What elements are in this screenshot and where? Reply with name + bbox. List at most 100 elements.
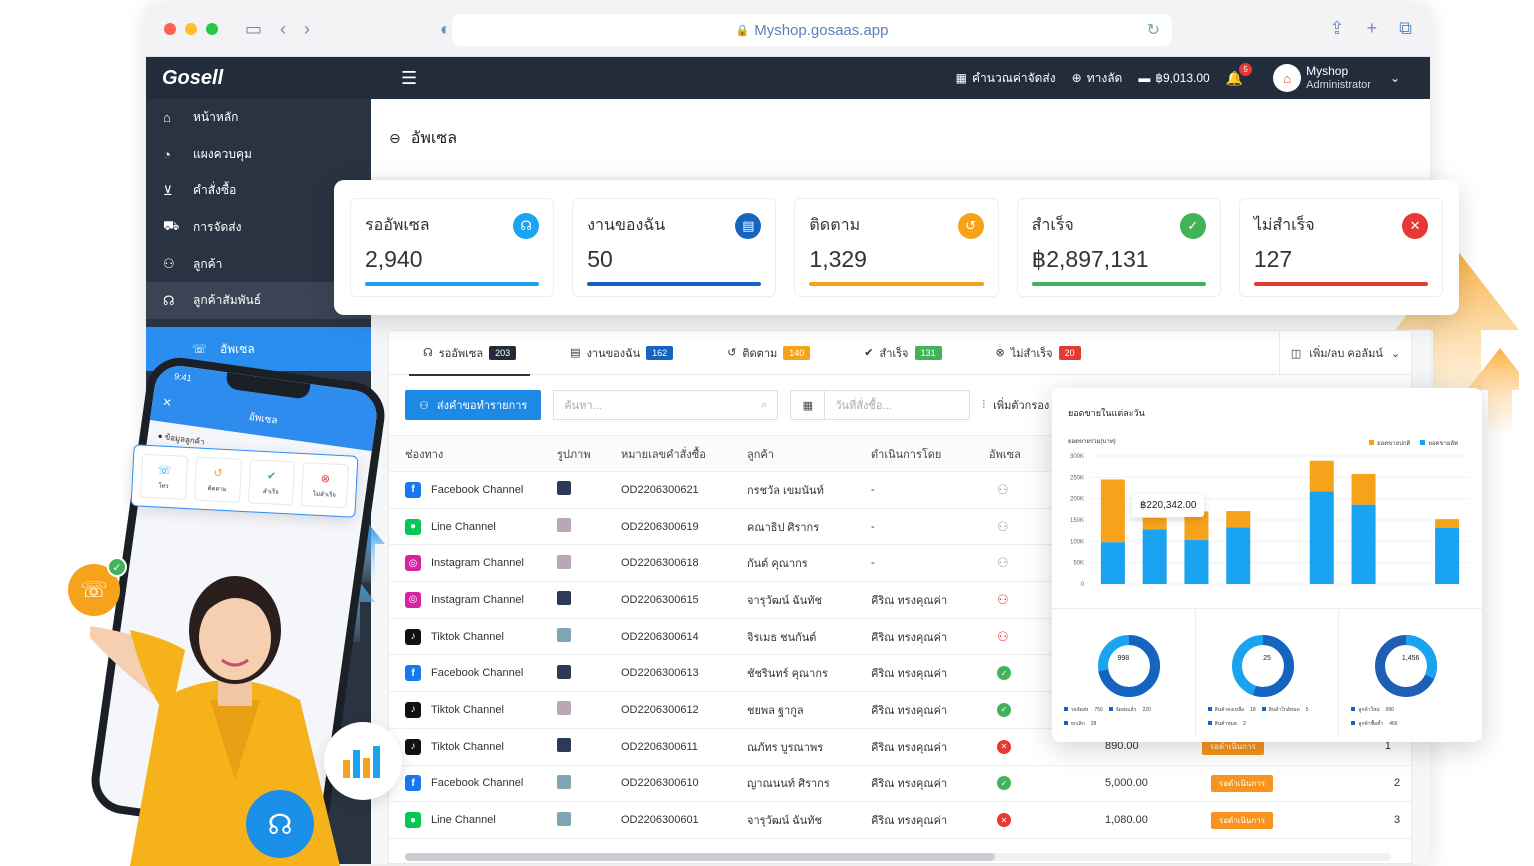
x-circle-icon[interactable]: ✕: [997, 813, 1011, 828]
order-number[interactable]: OD2206300610: [621, 765, 747, 803]
tab-failed[interactable]: ⊗ ไม่สำเร็จ 20: [982, 331, 1095, 375]
table-row[interactable]: ● Line Channel OD2206300601 จารุวัฒน์ ฉัน…: [389, 801, 1411, 839]
search-icon: ⌕: [761, 398, 768, 411]
address-bar[interactable]: 🔒 Myshop.gosaas.app ↻: [452, 14, 1172, 46]
tab-success[interactable]: ✔ สำเร็จ 131: [850, 331, 955, 375]
minimize-window-button[interactable]: [185, 23, 197, 35]
sidebar-item-home[interactable]: ⌂ หน้าหลัก: [146, 99, 371, 136]
col-channel[interactable]: ช่องทาง: [389, 435, 557, 472]
follow-up-button[interactable]: ↺ ติดตาม: [193, 456, 242, 503]
product-thumbnail[interactable]: [557, 554, 571, 569]
col-handled-by[interactable]: ดำเนินการโดย: [871, 435, 989, 472]
check-circle-icon[interactable]: ✓: [997, 666, 1011, 681]
close-window-button[interactable]: [164, 23, 176, 35]
order-number[interactable]: OD2206300612: [621, 691, 747, 729]
bar-normal[interactable]: [1435, 519, 1460, 528]
scrollbar-thumb[interactable]: [405, 853, 995, 861]
bar-upsell[interactable]: [1142, 529, 1167, 584]
kpi-card-failed[interactable]: ไม่สำเร็จ 127 ✕: [1238, 198, 1444, 297]
kpi-card-my-tasks[interactable]: งานของฉัน 50 ▤: [572, 198, 777, 297]
bar-upsell[interactable]: [1435, 527, 1460, 584]
kpi-card-waiting[interactable]: รออัพเซล 2,940 ☊: [350, 198, 555, 297]
bar-upsell[interactable]: [1226, 527, 1251, 584]
share-icon[interactable]: ⇪: [1330, 18, 1345, 39]
notifications-button[interactable]: 🔔 5: [1226, 62, 1253, 87]
bar-normal[interactable]: [1100, 479, 1125, 543]
upsell-user-icon[interactable]: ⚇: [997, 629, 1009, 644]
check-circle-icon[interactable]: ✓: [997, 776, 1011, 791]
back-arrow-icon[interactable]: ⊖: [389, 130, 401, 147]
upsell-user-icon[interactable]: ⚇: [997, 555, 1009, 570]
order-number[interactable]: OD2206300621: [621, 471, 747, 509]
bar-normal[interactable]: [1226, 511, 1251, 528]
product-thumbnail[interactable]: [557, 664, 571, 679]
product-thumbnail[interactable]: [557, 774, 571, 789]
bar-normal[interactable]: [1142, 517, 1167, 530]
order-number[interactable]: OD2206300619: [621, 508, 747, 546]
reload-icon[interactable]: ↻: [1147, 20, 1160, 40]
account-menu[interactable]: ⌂ Myshop Administrator ⌄: [1273, 64, 1400, 92]
product-thumbnail[interactable]: [557, 481, 571, 496]
product-thumbnail[interactable]: [557, 628, 571, 643]
search-input[interactable]: ค้นหา... ⌕: [553, 390, 779, 420]
upsell-user-icon[interactable]: ⚇: [997, 592, 1009, 607]
column-toggle-button[interactable]: ◫ เพิ่ม/ลบ คอลัมน์ ⌄: [1279, 331, 1411, 375]
success-button[interactable]: ✔ สำเร็จ: [247, 459, 296, 506]
product-thumbnail[interactable]: [557, 518, 571, 533]
kpi-bar: [1253, 282, 1429, 286]
gosell-logo[interactable]: Gosell: [146, 67, 371, 90]
menu-icon[interactable]: ☰: [401, 68, 417, 89]
shortcut-link[interactable]: ⊕ ทางลัด: [1072, 69, 1123, 88]
kpi-card-follow-up[interactable]: ติดตาม 1,329 ↺: [794, 198, 999, 297]
order-number[interactable]: OD2206300614: [621, 618, 747, 656]
back-icon[interactable]: ‹: [280, 19, 286, 40]
order-number[interactable]: OD2206300601: [621, 801, 747, 839]
bar-normal[interactable]: [1351, 473, 1376, 505]
call-button[interactable]: ☏ โทร: [139, 453, 188, 500]
fail-button[interactable]: ⊗ ไม่สำเร็จ: [301, 462, 350, 509]
bar-upsell[interactable]: [1184, 540, 1209, 584]
bar-upsell[interactable]: [1351, 504, 1376, 584]
maximize-window-button[interactable]: [206, 23, 218, 35]
tab-my-tasks[interactable]: ▤ งานของฉัน 162: [556, 331, 687, 375]
wallet-balance[interactable]: ▬ ฿9,013.00: [1138, 71, 1209, 85]
bar-upsell[interactable]: [1100, 542, 1125, 584]
sidebar-toggle-icon[interactable]: ▭: [245, 19, 262, 40]
col-order-no[interactable]: หมายเลขคำสั่งซื้อ: [621, 435, 747, 472]
bar-upsell[interactable]: [1309, 491, 1334, 584]
order-date-input[interactable]: ▦ วันที่สั่งซื้อ...: [790, 390, 971, 420]
tabs-overview-icon[interactable]: ⧉: [1399, 18, 1412, 39]
product-thumbnail[interactable]: [557, 738, 571, 753]
new-tab-icon[interactable]: +: [1367, 18, 1378, 39]
sidebar-item-dashboard[interactable]: ◔ แผงควบคุม: [146, 136, 371, 173]
tab-waiting[interactable]: ☊ รออัพเซล 203: [409, 331, 531, 376]
tab-count: 20: [1058, 345, 1081, 360]
upsell-user-icon[interactable]: ⚇: [997, 519, 1009, 534]
col-upsell[interactable]: อัพเซล: [989, 435, 1049, 472]
check-icon: ✔: [266, 469, 277, 483]
order-number[interactable]: OD2206300611: [621, 728, 747, 766]
product-thumbnail[interactable]: [557, 591, 571, 606]
shipping-calc-link[interactable]: ▦ คำนวณค่าจัดส่ง: [956, 69, 1056, 88]
upsell-user-icon[interactable]: ⚇: [997, 482, 1009, 497]
agent-woman-illustration: [90, 576, 340, 866]
check-circle-icon[interactable]: ✓: [997, 702, 1011, 717]
product-thumbnail[interactable]: [557, 701, 571, 716]
product-thumbnail[interactable]: [557, 811, 571, 826]
add-filter-button[interactable]: ⫶ เพิ่มตัวกรอง: [982, 396, 1049, 414]
order-number[interactable]: OD2206300618: [621, 544, 747, 583]
tab-follow-up[interactable]: ↺ ติดตาม 140: [713, 331, 824, 375]
horizontal-scrollbar[interactable]: [405, 853, 1391, 861]
col-customer[interactable]: ลูกค้า: [747, 435, 871, 472]
order-number[interactable]: OD2206300615: [621, 581, 747, 619]
x-circle-icon[interactable]: ✕: [997, 739, 1011, 754]
forward-icon[interactable]: ›: [304, 19, 310, 40]
bar-normal[interactable]: [1309, 460, 1334, 492]
handled-by: คีริณ ทรงคุณค่า: [871, 765, 989, 803]
kpi-card-success[interactable]: สำเร็จ ฿2,897,131 ✓: [1016, 198, 1221, 297]
table-row[interactable]: f Facebook Channel OD2206300610 ญาณนนท์ ศ…: [389, 765, 1411, 803]
assign-request-button[interactable]: ⚇ ส่งคำขอทำรายการ: [405, 390, 542, 420]
kpi-bar: [1031, 282, 1206, 286]
col-image[interactable]: รูปภาพ: [557, 435, 621, 472]
order-number[interactable]: OD2206300613: [621, 654, 747, 693]
